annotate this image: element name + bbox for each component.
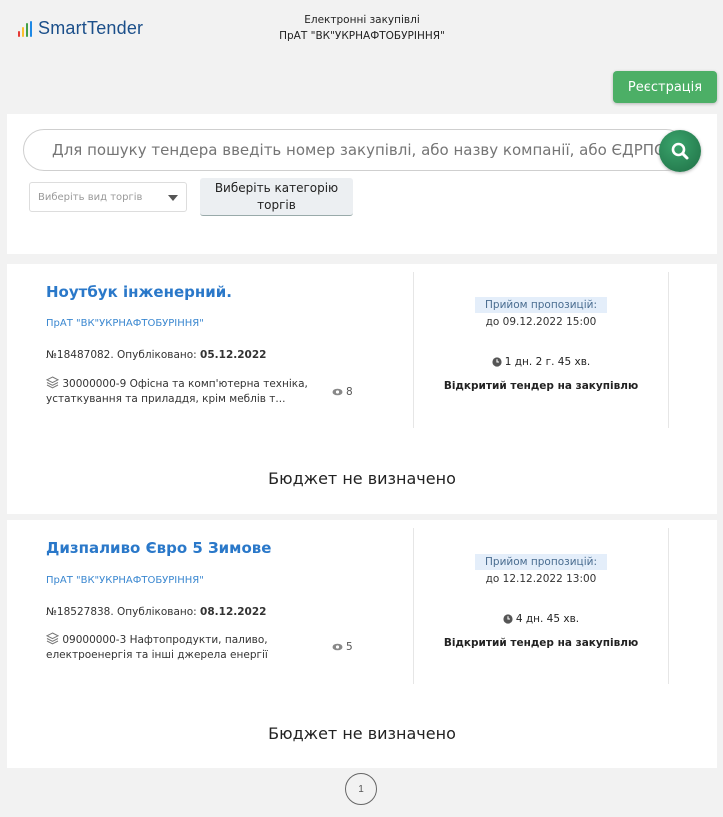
tender-classification-text: 09000000-3 Нафтопродукти, паливо, електр…	[46, 634, 268, 661]
tender-status-badge: Прийом пропозицій:	[475, 297, 607, 313]
tender-card: Ноутбук інженерний. ПрАТ "ВК"УКРНАФТОБУР…	[7, 264, 717, 514]
search-box	[23, 129, 687, 171]
tender-published-date: 08.12.2022	[200, 606, 267, 618]
tender-budget: Бюджет не визначено	[268, 724, 456, 743]
tender-views-count: 5	[346, 641, 353, 653]
tender-title[interactable]: Дизпаливо Євро 5 Зимове	[46, 539, 271, 557]
tender-timer: 1 дн. 2 г. 45 хв.	[414, 356, 668, 368]
card-divider	[668, 272, 669, 428]
pagination-page-button[interactable]: 1	[345, 773, 377, 805]
tender-timer-text: 1 дн. 2 г. 45 хв.	[504, 356, 591, 368]
tender-deadline: до 12.12.2022 13:00	[485, 573, 597, 585]
eye-icon	[332, 643, 343, 651]
tender-procedure: Відкритий тендер на закупівлю	[443, 637, 639, 649]
tender-views: 5	[332, 641, 353, 653]
search-icon	[671, 142, 689, 160]
tender-company[interactable]: ПрАТ "ВК"УКРНАФТОБУРІННЯ"	[46, 575, 204, 586]
layers-icon	[46, 632, 59, 645]
header-organization: Електронні закупівлі ПрАТ "ВК"УКРНАФТОБУ…	[250, 12, 474, 44]
layers-icon	[46, 376, 59, 389]
tender-deadline: до 09.12.2022 15:00	[485, 316, 597, 328]
tender-views: 8	[332, 386, 353, 398]
tender-procedure: Відкритий тендер на закупівлю	[443, 380, 639, 392]
tender-budget: Бюджет не визначено	[268, 469, 456, 488]
tender-classification-text: 30000000-9 Офісна та комп'ютерна техніка…	[46, 378, 308, 405]
tender-views-count: 8	[346, 386, 353, 398]
category-button[interactable]: Виберіть категорію торгів	[200, 178, 353, 216]
tender-status: Прийом пропозицій: до 09.12.2022 15:00	[414, 293, 668, 328]
eye-icon	[332, 388, 343, 396]
card-divider	[668, 528, 669, 684]
clock-icon	[492, 357, 502, 367]
search-panel: Виберіть вид торгів Виберіть категорію т…	[7, 114, 717, 254]
search-input[interactable]	[52, 130, 686, 170]
trade-type-select-value: Виберіть вид торгів	[38, 191, 143, 203]
tender-company[interactable]: ПрАТ "ВК"УКРНАФТОБУРІННЯ"	[46, 318, 204, 329]
tender-number-text: №18527838. Опубліковано:	[46, 606, 201, 618]
chevron-down-icon	[168, 195, 178, 201]
tender-status: Прийом пропозицій: до 12.12.2022 13:00	[414, 550, 668, 585]
tender-classification: 30000000-9 Офісна та комп'ютерна техніка…	[46, 376, 346, 407]
tender-number: №18527838. Опубліковано: 08.12.2022	[46, 606, 266, 618]
tender-card: Дизпаливо Євро 5 Зимове ПрАТ "ВК"УКРНАФТ…	[7, 520, 717, 768]
tender-title[interactable]: Ноутбук інженерний.	[46, 283, 232, 301]
trade-type-select[interactable]: Виберіть вид торгів	[29, 182, 187, 212]
tender-status-badge: Прийом пропозицій:	[475, 554, 607, 570]
header: SmartTender Електронні закупівлі ПрАТ "В…	[0, 0, 723, 60]
tender-published-date: 05.12.2022	[200, 349, 267, 361]
smarttender-logo[interactable]: SmartTender	[18, 18, 143, 39]
header-org-name: ПрАТ "ВК"УКРНАФТОБУРІННЯ"	[279, 30, 445, 42]
tender-timer-text: 4 дн. 45 хв.	[515, 613, 580, 625]
tender-number: №18487082. Опубліковано: 05.12.2022	[46, 349, 266, 361]
tender-classification: 09000000-3 Нафтопродукти, паливо, електр…	[46, 632, 316, 663]
tender-number-text: №18487082. Опубліковано:	[46, 349, 201, 361]
logo-bars-icon	[18, 20, 32, 37]
tender-timer: 4 дн. 45 хв.	[414, 613, 668, 625]
clock-icon	[503, 614, 513, 624]
register-button[interactable]: Реєстрація	[613, 71, 717, 103]
header-subtitle: Електронні закупівлі	[304, 14, 420, 26]
logo-text: SmartTender	[38, 18, 144, 38]
search-button[interactable]	[659, 130, 701, 172]
